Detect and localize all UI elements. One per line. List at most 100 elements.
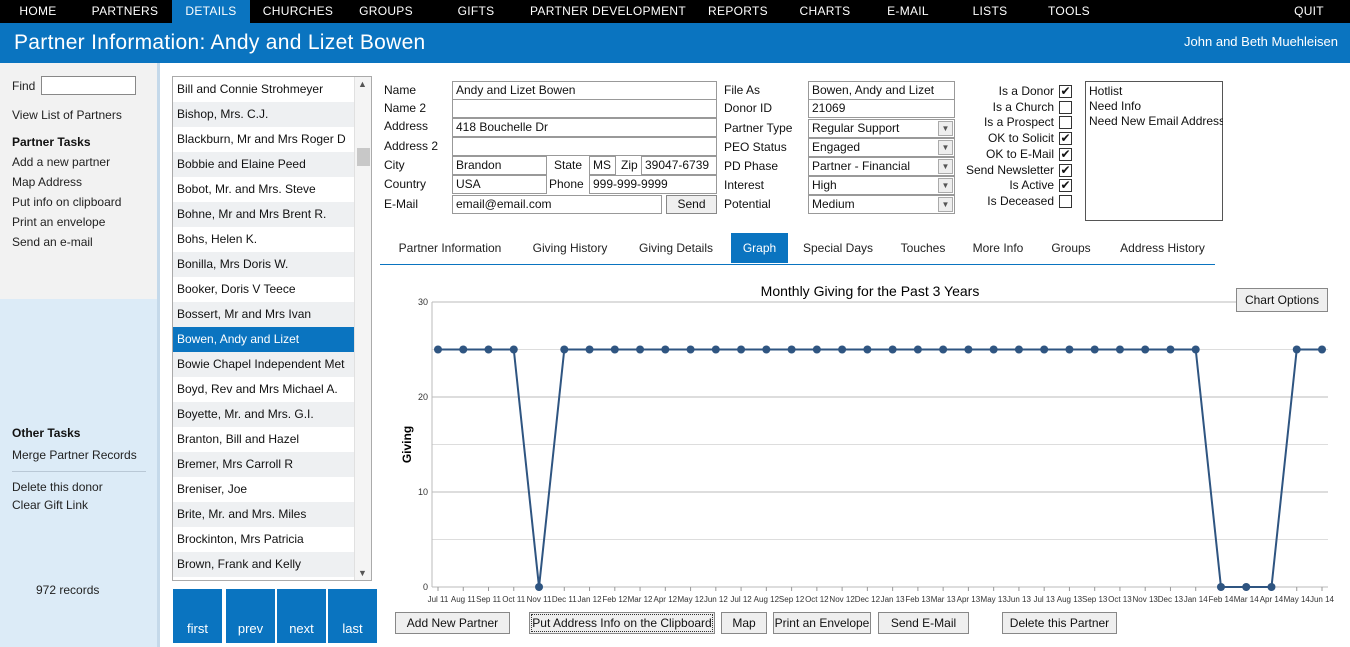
tab-touches[interactable]: Touches: [892, 233, 954, 263]
checkbox[interactable]: [1059, 194, 1072, 208]
first-button[interactable]: first: [173, 589, 222, 643]
clear-gift-link[interactable]: Clear Gift Link: [12, 498, 88, 512]
list-item[interactable]: Bill and Connie Strohmeyer: [173, 77, 355, 102]
nav-charts[interactable]: CHARTS: [788, 0, 862, 23]
tab-groups[interactable]: Groups: [1040, 233, 1102, 263]
address2-field[interactable]: [452, 137, 717, 156]
list-item[interactable]: Bremer, Mrs Carroll R: [173, 452, 355, 477]
partner-list[interactable]: Bill and Connie Strohmeyer Bishop, Mrs. C…: [172, 76, 372, 581]
send-email-button-bottom[interactable]: Send E-Mail: [878, 612, 969, 634]
nav-gifts[interactable]: GIFTS: [438, 0, 514, 23]
list-item[interactable]: Boyette, Mr. and Mrs. G.I.: [173, 402, 355, 427]
chevron-down-icon[interactable]: ▼: [938, 197, 953, 212]
peo-status-select[interactable]: Engaged ▼: [808, 138, 955, 157]
list-scrollbar[interactable]: ▲ ▼: [354, 77, 371, 580]
scroll-up-icon[interactable]: ▲: [358, 79, 367, 89]
tab-more-info[interactable]: More Info: [964, 233, 1032, 263]
chevron-down-icon[interactable]: ▼: [938, 121, 953, 136]
list-item[interactable]: Bishop, Mrs. C.J.: [173, 102, 355, 127]
list-item[interactable]: Breniser, Joe: [173, 477, 355, 502]
add-new-partner-button[interactable]: Add New Partner: [395, 612, 510, 634]
name-field[interactable]: Andy and Lizet Bowen: [452, 81, 717, 100]
view-list-link[interactable]: View List of Partners: [12, 108, 122, 122]
chevron-down-icon[interactable]: ▼: [938, 140, 953, 155]
last-button[interactable]: last: [328, 589, 377, 643]
delete-partner-button[interactable]: Delete this Partner: [1002, 612, 1117, 634]
nav-churches[interactable]: CHURCHES: [254, 0, 342, 23]
pd-phase-select[interactable]: Partner - Financial ▼: [808, 157, 955, 176]
checkbox[interactable]: ✔: [1059, 85, 1072, 98]
partner-type-select[interactable]: Regular Support ▼: [808, 119, 955, 138]
list-item[interactable]: Bobot, Mr. and Mrs. Steve: [173, 177, 355, 202]
tab-giving-history[interactable]: Giving History: [520, 233, 620, 263]
donor-id-field[interactable]: 21069: [808, 99, 955, 118]
file-as-field[interactable]: Bowen, Andy and Lizet: [808, 81, 955, 100]
send-email-button[interactable]: Send: [666, 195, 717, 214]
nav-tools[interactable]: TOOLS: [1036, 0, 1102, 23]
clipboard-link[interactable]: Put info on clipboard: [12, 195, 121, 209]
merge-records-link[interactable]: Merge Partner Records: [12, 448, 137, 462]
next-button[interactable]: next: [277, 589, 326, 643]
send-email-link[interactable]: Send an e-mail: [12, 235, 93, 249]
flag-item[interactable]: Need New Email Address: [1089, 114, 1223, 128]
scroll-thumb[interactable]: [357, 148, 370, 166]
chevron-down-icon[interactable]: ▼: [938, 178, 953, 193]
tab-graph[interactable]: Graph: [731, 233, 788, 263]
tab-address-history[interactable]: Address History: [1110, 233, 1215, 263]
delete-donor-link[interactable]: Delete this donor: [12, 480, 103, 494]
email-field[interactable]: email@email.com: [452, 195, 662, 214]
checkbox[interactable]: [1059, 100, 1072, 114]
country-field[interactable]: USA: [452, 175, 547, 194]
zip-field[interactable]: 39047-6739: [641, 156, 717, 175]
nav-quit[interactable]: QUIT: [1282, 0, 1336, 23]
checkbox[interactable]: ✔: [1059, 132, 1072, 146]
list-item[interactable]: Bowen, Andy and Lizet: [173, 327, 355, 352]
tab-giving-details[interactable]: Giving Details: [628, 233, 724, 263]
city-field[interactable]: Brandon: [452, 156, 547, 175]
nav-email[interactable]: E-MAIL: [872, 0, 944, 23]
find-input[interactable]: [41, 76, 136, 95]
clipboard-button[interactable]: Put Address Info on the Clipboard: [529, 612, 715, 634]
list-item[interactable]: Branton, Bill and Hazel: [173, 427, 355, 452]
flags-list[interactable]: Hotlist Need Info Need New Email Address: [1085, 81, 1223, 221]
scroll-down-icon[interactable]: ▼: [358, 568, 367, 578]
checkbox[interactable]: ✔: [1059, 179, 1072, 193]
print-envelope-link[interactable]: Print an envelope: [12, 215, 105, 229]
list-item[interactable]: Blackburn, Mr and Mrs Roger D: [173, 127, 355, 152]
chevron-down-icon[interactable]: ▼: [938, 159, 953, 174]
flag-item[interactable]: Need Info: [1089, 99, 1141, 113]
checkbox[interactable]: ✔: [1059, 147, 1072, 161]
map-address-link[interactable]: Map Address: [12, 175, 82, 189]
chart-options-button[interactable]: Chart Options: [1236, 288, 1328, 312]
address-field[interactable]: 418 Bouchelle Dr: [452, 118, 717, 137]
list-item[interactable]: Bonilla, Mrs Doris W.: [173, 252, 355, 277]
print-envelope-button[interactable]: Print an Envelope: [773, 612, 871, 634]
list-item[interactable]: Bohne, Mr and Mrs Brent R.: [173, 202, 355, 227]
nav-reports[interactable]: REPORTS: [700, 0, 776, 23]
map-button[interactable]: Map: [721, 612, 767, 634]
phone-field[interactable]: 999-999-9999: [589, 175, 717, 194]
tab-special-days[interactable]: Special Days: [792, 233, 884, 263]
nav-groups[interactable]: GROUPS: [346, 0, 426, 23]
prev-button[interactable]: prev: [226, 589, 275, 643]
nav-partners[interactable]: PARTNERS: [80, 0, 170, 23]
interest-select[interactable]: High ▼: [808, 176, 955, 195]
list-item[interactable]: Bowie Chapel Independent Met: [173, 352, 355, 377]
add-partner-link[interactable]: Add a new partner: [12, 155, 110, 169]
name2-field[interactable]: [452, 99, 717, 118]
list-item[interactable]: Brockinton, Mrs Patricia: [173, 527, 355, 552]
list-item[interactable]: Brown, Frank and Kelly: [173, 552, 355, 577]
list-item[interactable]: Boyd, Rev and Mrs Michael A.: [173, 377, 355, 402]
list-item[interactable]: Bobbie and Elaine Peed: [173, 152, 355, 177]
nav-partner-development[interactable]: PARTNER DEVELOPMENT: [522, 0, 694, 23]
state-field[interactable]: MS: [589, 156, 616, 175]
nav-details[interactable]: DETAILS: [172, 0, 250, 23]
list-item[interactable]: Bossert, Mr and Mrs Ivan: [173, 302, 355, 327]
checkbox[interactable]: ✔: [1059, 163, 1072, 177]
list-item[interactable]: Bohs, Helen K.: [173, 227, 355, 252]
checkbox[interactable]: [1059, 116, 1072, 130]
tab-partner-information[interactable]: Partner Information: [380, 233, 520, 263]
flag-item[interactable]: Hotlist: [1089, 84, 1122, 98]
list-item[interactable]: Booker, Doris V Teece: [173, 277, 355, 302]
potential-select[interactable]: Medium ▼: [808, 195, 955, 214]
